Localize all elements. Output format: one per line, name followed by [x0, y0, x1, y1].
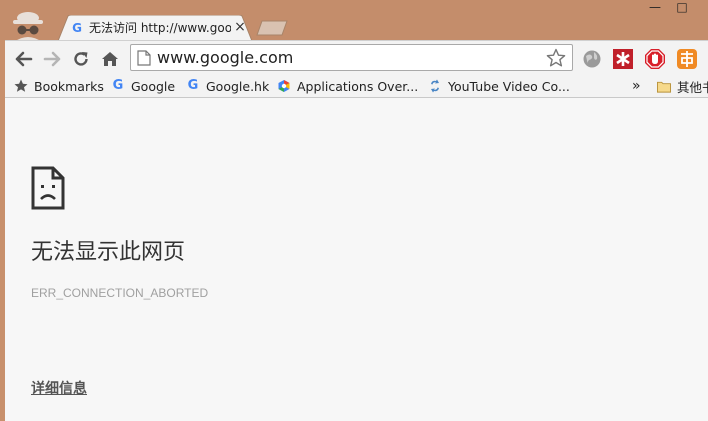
bookmark-label: Bookmarks — [34, 78, 104, 94]
orange-extension-icon[interactable] — [676, 48, 698, 70]
error-code: ERR_CONNECTION_ABORTED — [31, 286, 209, 300]
other-bookmarks-label: 其他书 — [677, 79, 708, 95]
page-content: 无法显示此网页 ERR_CONNECTION_ABORTED 详细信息 — [5, 98, 708, 421]
star-icon — [14, 79, 28, 93]
forward-arrow-icon — [43, 51, 61, 67]
bookmark-label: Google — [131, 78, 176, 94]
sad-page-icon — [31, 166, 65, 210]
back-arrow-icon — [15, 51, 33, 67]
tab-title: 无法访问 http://www.goo — [89, 21, 231, 35]
bookmarks-bar: Bookmarks G Google G Google.hk Applicati… — [5, 75, 708, 98]
toolbar — [5, 40, 708, 76]
new-tab-button[interactable] — [256, 20, 289, 36]
page-icon — [137, 50, 151, 66]
google-icon: G — [187, 78, 199, 93]
bookmarks-overflow-button[interactable]: » — [632, 76, 644, 96]
bookmark-label: YouTube Video Co... — [448, 78, 570, 94]
minimize-button[interactable]: — — [643, 0, 667, 16]
bookmark-label: Applications Over... — [297, 78, 419, 94]
other-bookmarks-folder[interactable]: 其他书 — [657, 76, 708, 96]
bookmark-item-applications[interactable]: Applications Over... — [277, 76, 420, 96]
reload-icon — [74, 52, 88, 66]
lastpass-extension-icon[interactable] — [612, 48, 634, 70]
bookmark-item-youtube-converter[interactable]: YouTube Video Co... — [428, 76, 573, 96]
incognito-icon — [8, 8, 48, 42]
applications-icon — [277, 79, 291, 93]
url-input[interactable] — [157, 48, 537, 68]
error-title: 无法显示此网页 — [31, 240, 186, 265]
maximize-button[interactable]: □ — [670, 0, 694, 16]
youtube-converter-icon — [428, 79, 442, 93]
adblock-extension-icon[interactable] — [644, 48, 666, 70]
bookmark-item-google[interactable]: G Google — [111, 76, 181, 96]
forward-button[interactable] — [41, 48, 63, 70]
bookmark-item-google-hk[interactable]: G Google.hk — [186, 76, 272, 96]
home-button[interactable] — [99, 48, 121, 70]
bookmark-star-icon[interactable] — [546, 48, 566, 68]
tab-active[interactable]: G 无法访问 http://www.goo × — [58, 15, 252, 41]
google-icon: G — [112, 78, 124, 93]
bookmark-label: Google.hk — [206, 78, 270, 94]
folder-icon — [657, 79, 671, 93]
reload-button[interactable] — [70, 48, 92, 70]
google-favicon-icon: G — [72, 21, 82, 35]
tab-close-button[interactable]: × — [233, 19, 247, 35]
back-button[interactable] — [13, 48, 35, 70]
address-bar[interactable] — [130, 44, 573, 71]
details-link[interactable]: 详细信息 — [31, 379, 131, 399]
home-icon — [102, 52, 118, 66]
bookmark-item-bookmarks[interactable]: Bookmarks — [14, 76, 104, 96]
globe-extension-icon[interactable] — [581, 48, 603, 70]
